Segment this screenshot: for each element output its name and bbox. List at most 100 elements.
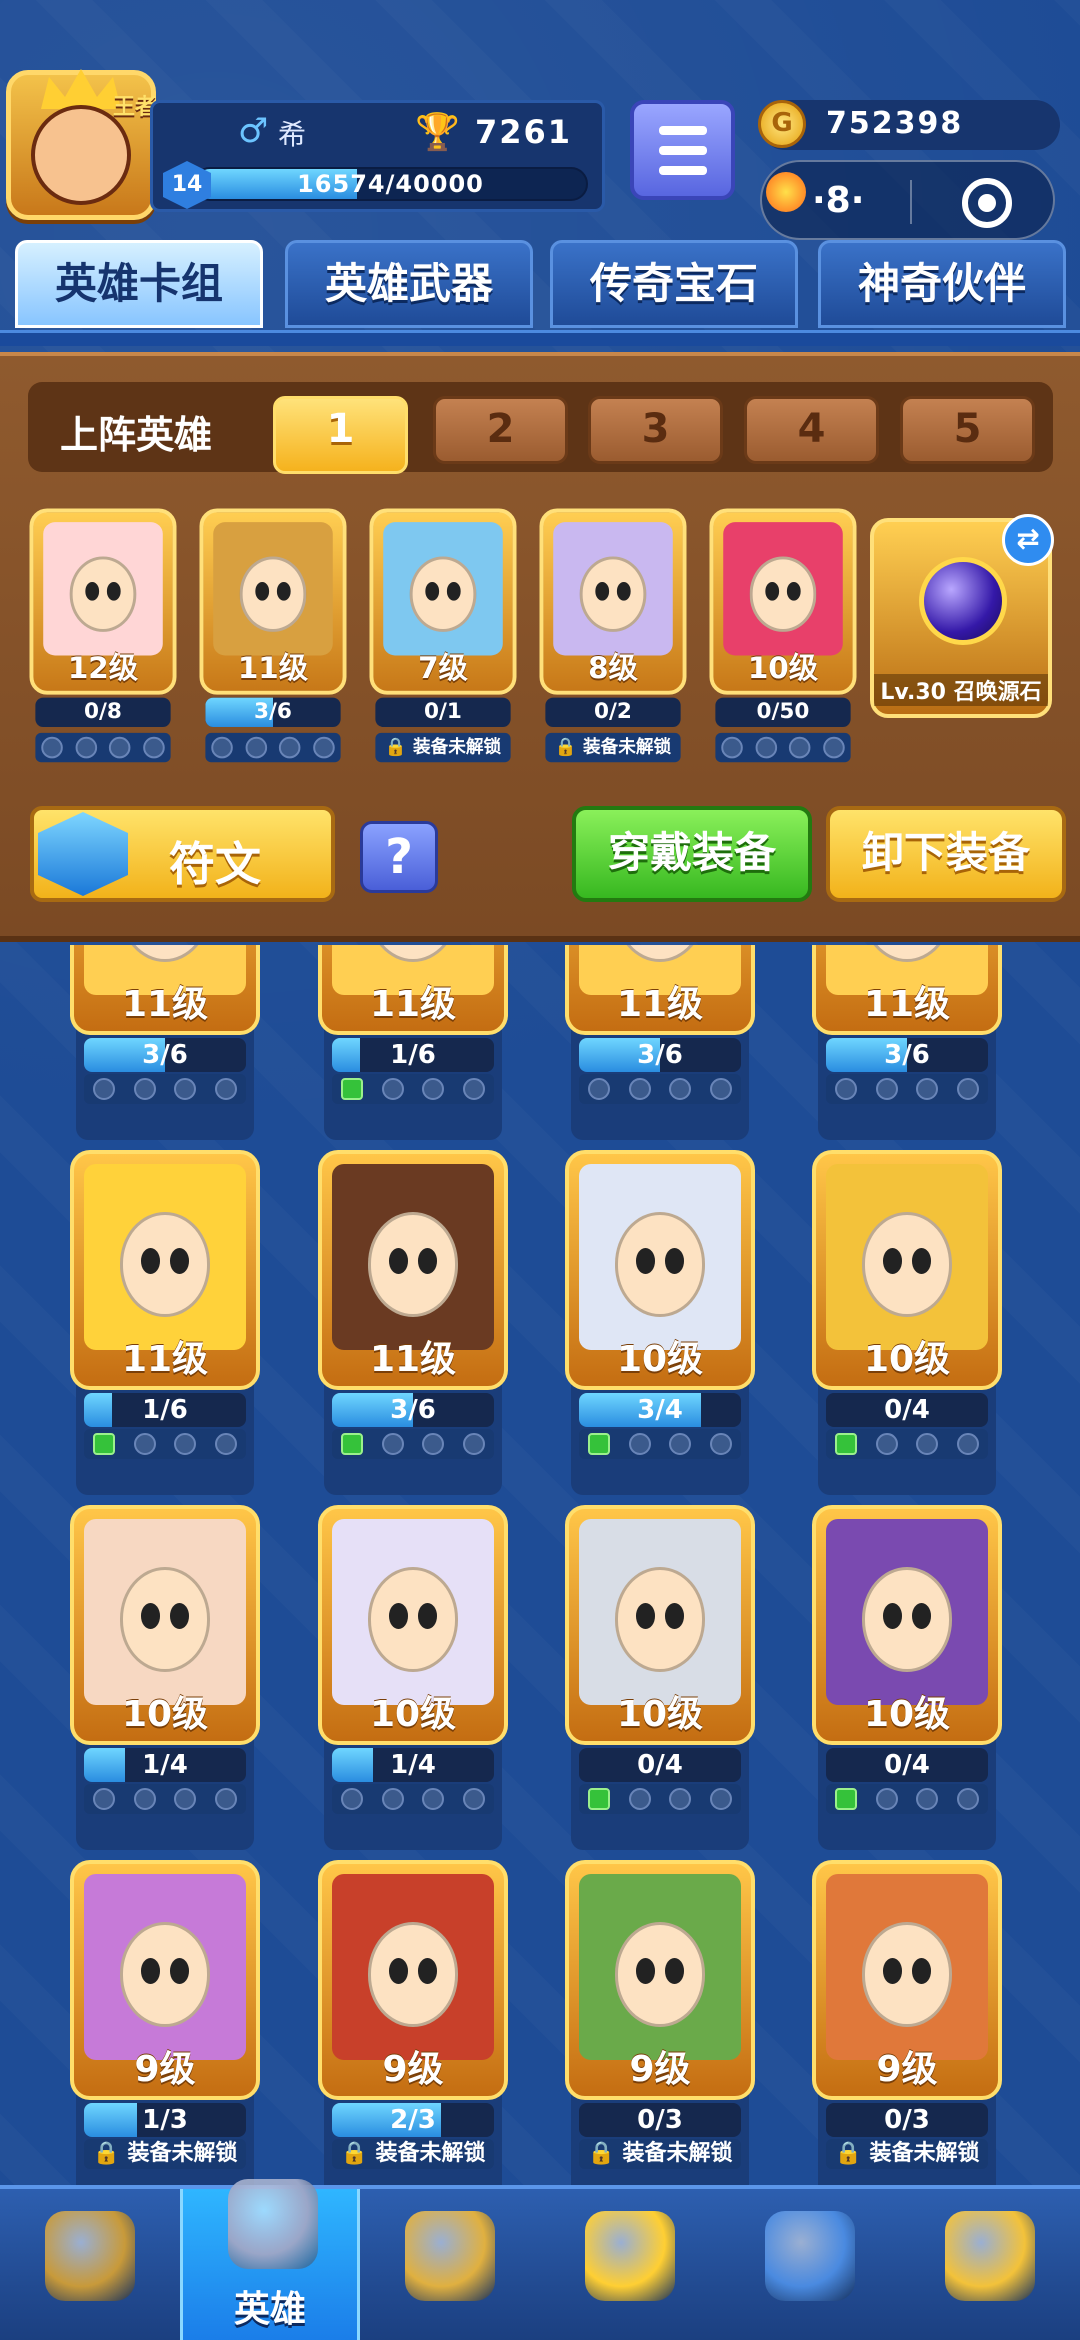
hero-card[interactable]: 10级 bbox=[318, 1505, 508, 1745]
hero-card[interactable]: 9级 bbox=[70, 1860, 260, 2100]
grid-hero[interactable]: 10级 1/4 bbox=[318, 1505, 508, 1850]
hero-level: 11级 bbox=[863, 984, 951, 1025]
deck-slot-3[interactable]: 3 bbox=[588, 396, 723, 464]
hero-card[interactable]: 12级 bbox=[29, 508, 177, 695]
hero-level: 10级 bbox=[616, 1339, 704, 1380]
equipment-slot-icon bbox=[174, 1788, 197, 1810]
deck-hero[interactable]: 12级 0/8 bbox=[29, 508, 177, 763]
equipment-slots[interactable] bbox=[332, 1074, 494, 1104]
hero-card[interactable]: 11级 bbox=[199, 508, 347, 695]
grid-hero[interactable]: 11级 1/6 bbox=[318, 945, 508, 1140]
deck-hero[interactable]: 8级 0/2 🔒 装备未解锁 bbox=[539, 508, 687, 763]
nav-item-knight-helmet[interactable]: 英雄 bbox=[180, 2179, 360, 2340]
deck-hero[interactable]: 11级 3/6 bbox=[199, 508, 347, 763]
menu-button[interactable] bbox=[630, 100, 735, 200]
deck-slot-4[interactable]: 4 bbox=[744, 396, 879, 464]
equip-gear-button[interactable]: 穿戴装备 bbox=[572, 806, 812, 902]
player-avatar[interactable]: 王者 bbox=[6, 69, 157, 220]
hero-card[interactable]: 10级 bbox=[565, 1150, 755, 1390]
nav-item-guild-banner[interactable] bbox=[720, 2189, 900, 2340]
equipment-slot-icon bbox=[381, 1078, 404, 1100]
hero-card[interactable]: 10级 bbox=[709, 508, 857, 695]
hero-portrait bbox=[332, 1519, 494, 1705]
hero-card[interactable]: 9级 bbox=[318, 1860, 508, 2100]
grid-hero[interactable]: 10级 0/4 bbox=[812, 1505, 1002, 1850]
hero-face bbox=[614, 945, 706, 962]
rune-button[interactable]: 符文 bbox=[30, 806, 335, 902]
hero-card[interactable]: 9级 bbox=[565, 1860, 755, 2100]
nav-item-crown-shield[interactable] bbox=[540, 2189, 720, 2340]
hero-progress-bar: 3/6 bbox=[579, 1038, 741, 1072]
grid-hero[interactable]: 11级 1/6 bbox=[70, 1150, 260, 1495]
category-tabs: 英雄卡组 英雄武器 传奇宝石 神奇伙伴 bbox=[0, 230, 1080, 340]
grid-hero[interactable]: 9级 0/3 🔒 装备未解锁 bbox=[565, 1860, 755, 2185]
grid-hero[interactable]: 10级 0/4 bbox=[565, 1505, 755, 1850]
hero-card[interactable]: 11级 bbox=[70, 1150, 260, 1390]
unequip-gear-button[interactable]: 卸下装备 bbox=[826, 806, 1066, 902]
grid-hero[interactable]: 10级 0/4 bbox=[812, 1150, 1002, 1495]
equipment-slots[interactable] bbox=[579, 1429, 741, 1459]
deck-hero[interactable]: 10级 0/50 bbox=[709, 508, 857, 763]
swap-icon[interactable]: ⇄ bbox=[1002, 514, 1054, 566]
tab-hero-weapons[interactable]: 英雄武器 bbox=[285, 240, 533, 328]
fire-icon bbox=[766, 172, 806, 212]
equipment-slots[interactable] bbox=[205, 732, 341, 763]
more-options-button[interactable]: ·8· bbox=[812, 180, 864, 221]
hero-card[interactable]: 8级 bbox=[539, 508, 687, 695]
hero-eye bbox=[635, 1247, 656, 1274]
equipment-slot-icon bbox=[422, 1433, 445, 1455]
equipment-slots[interactable] bbox=[826, 1074, 988, 1104]
hero-card[interactable]: 7级 bbox=[369, 508, 517, 695]
deck-slot-2[interactable]: 2 bbox=[433, 396, 568, 464]
hero-card[interactable]: 11级 bbox=[318, 945, 508, 1035]
hero-progress-bar: 3/6 bbox=[205, 697, 341, 727]
grid-hero[interactable]: 10级 3/4 bbox=[565, 1150, 755, 1495]
deck-slot-1[interactable]: 1 bbox=[273, 396, 408, 474]
hero-level: 11级 bbox=[237, 651, 309, 686]
hero-card[interactable]: 11级 bbox=[70, 945, 260, 1035]
hero-card[interactable]: 11级 bbox=[565, 945, 755, 1035]
equipment-slots[interactable] bbox=[35, 732, 171, 763]
close-target-icon[interactable] bbox=[962, 178, 1012, 228]
tab-legend-gems[interactable]: 传奇宝石 bbox=[550, 240, 798, 328]
deck-slot-5[interactable]: 5 bbox=[900, 396, 1035, 464]
hero-card[interactable]: 11级 bbox=[812, 945, 1002, 1035]
equipment-slots[interactable] bbox=[84, 1784, 246, 1814]
hero-card[interactable]: 10级 bbox=[565, 1505, 755, 1745]
equipment-slots[interactable] bbox=[579, 1784, 741, 1814]
hero-progress-text: 3/6 bbox=[254, 699, 292, 725]
grid-hero[interactable]: 10级 1/4 bbox=[70, 1505, 260, 1850]
equipment-slot-icon bbox=[93, 1788, 116, 1810]
equipment-slots[interactable] bbox=[579, 1074, 741, 1104]
nav-item-treasure-chest[interactable] bbox=[0, 2189, 180, 2340]
hero-card[interactable]: 9级 bbox=[812, 1860, 1002, 2100]
grid-hero[interactable]: 9级 0/3 🔒 装备未解锁 bbox=[812, 1860, 1002, 2185]
hero-portrait bbox=[213, 522, 333, 656]
equipment-slots[interactable] bbox=[84, 1429, 246, 1459]
grid-hero[interactable]: 11级 3/6 bbox=[812, 945, 1002, 1140]
equipment-slots[interactable] bbox=[826, 1429, 988, 1459]
hero-card[interactable]: 11级 bbox=[318, 1150, 508, 1390]
hero-card[interactable]: 10级 bbox=[812, 1505, 1002, 1745]
hero-card[interactable]: 10级 bbox=[812, 1150, 1002, 1390]
hero-card[interactable]: 10级 bbox=[70, 1505, 260, 1745]
grid-hero[interactable]: 9级 2/3 🔒 装备未解锁 bbox=[318, 1860, 508, 2185]
equipment-slots[interactable] bbox=[826, 1784, 988, 1814]
tab-hero-deck[interactable]: 英雄卡组 bbox=[15, 240, 263, 328]
nav-item-crossed-swords[interactable] bbox=[360, 2189, 540, 2340]
grid-hero[interactable]: 11级 3/6 bbox=[318, 1150, 508, 1495]
help-button[interactable]: ? bbox=[360, 821, 438, 893]
grid-hero[interactable]: 9级 1/3 🔒 装备未解锁 bbox=[70, 1860, 260, 2185]
equipment-slots[interactable] bbox=[715, 732, 851, 763]
hero-eye bbox=[664, 1602, 685, 1629]
deck-hero[interactable]: 7级 0/1 🔒 装备未解锁 bbox=[369, 508, 517, 763]
summon-stone-card[interactable]: Lv.30 召唤源石 ⇄ bbox=[870, 514, 1054, 718]
grid-hero[interactable]: 11级 3/6 bbox=[565, 945, 755, 1140]
deck-panel: 上阵英雄 1 2 3 4 5 12级 0/8 11级 3/6 7级 0/1 🔒 装备未解锁 8… bbox=[0, 352, 1080, 942]
tab-magic-partners[interactable]: 神奇伙伴 bbox=[818, 240, 1066, 328]
equipment-slots[interactable] bbox=[332, 1784, 494, 1814]
equipment-slots[interactable] bbox=[84, 1074, 246, 1104]
equipment-slots[interactable] bbox=[332, 1429, 494, 1459]
grid-hero[interactable]: 11级 3/6 bbox=[70, 945, 260, 1140]
nav-item-compass[interactable] bbox=[900, 2189, 1080, 2340]
